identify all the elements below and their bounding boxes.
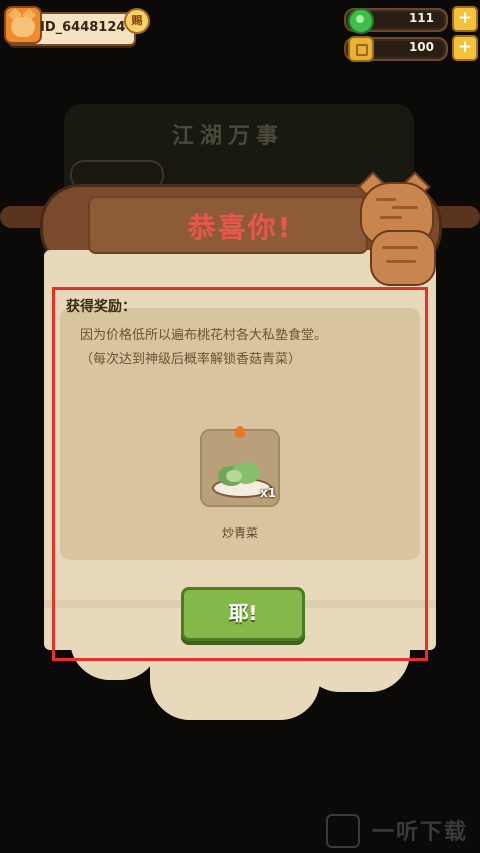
cat-stripe xyxy=(392,206,418,209)
coin-count: 100 xyxy=(408,40,434,54)
watermark-text: 一听下载 xyxy=(372,820,469,845)
background-title: 江湖万事 xyxy=(172,124,285,149)
green-gem-icon xyxy=(348,8,374,34)
cat-stripe xyxy=(382,246,418,249)
avatar-face xyxy=(11,17,35,37)
highlight-frame xyxy=(52,287,428,661)
player-id: ID_6448124 xyxy=(40,20,126,35)
cat-stripe xyxy=(376,198,396,201)
gold-coin-icon xyxy=(348,36,374,62)
watermark-logo xyxy=(326,814,360,848)
vip-badge[interactable]: 赐 xyxy=(124,8,150,34)
jade-count: 111 xyxy=(408,11,434,25)
cat-stripe xyxy=(380,216,402,219)
cat-stripe xyxy=(386,260,416,263)
add-coin-button[interactable]: + xyxy=(452,35,478,61)
avatar[interactable] xyxy=(4,6,42,44)
add-jade-button[interactable]: + xyxy=(452,6,478,32)
cat-body xyxy=(370,230,436,286)
player-badge[interactable]: ID_6448124 赐 xyxy=(4,6,150,46)
